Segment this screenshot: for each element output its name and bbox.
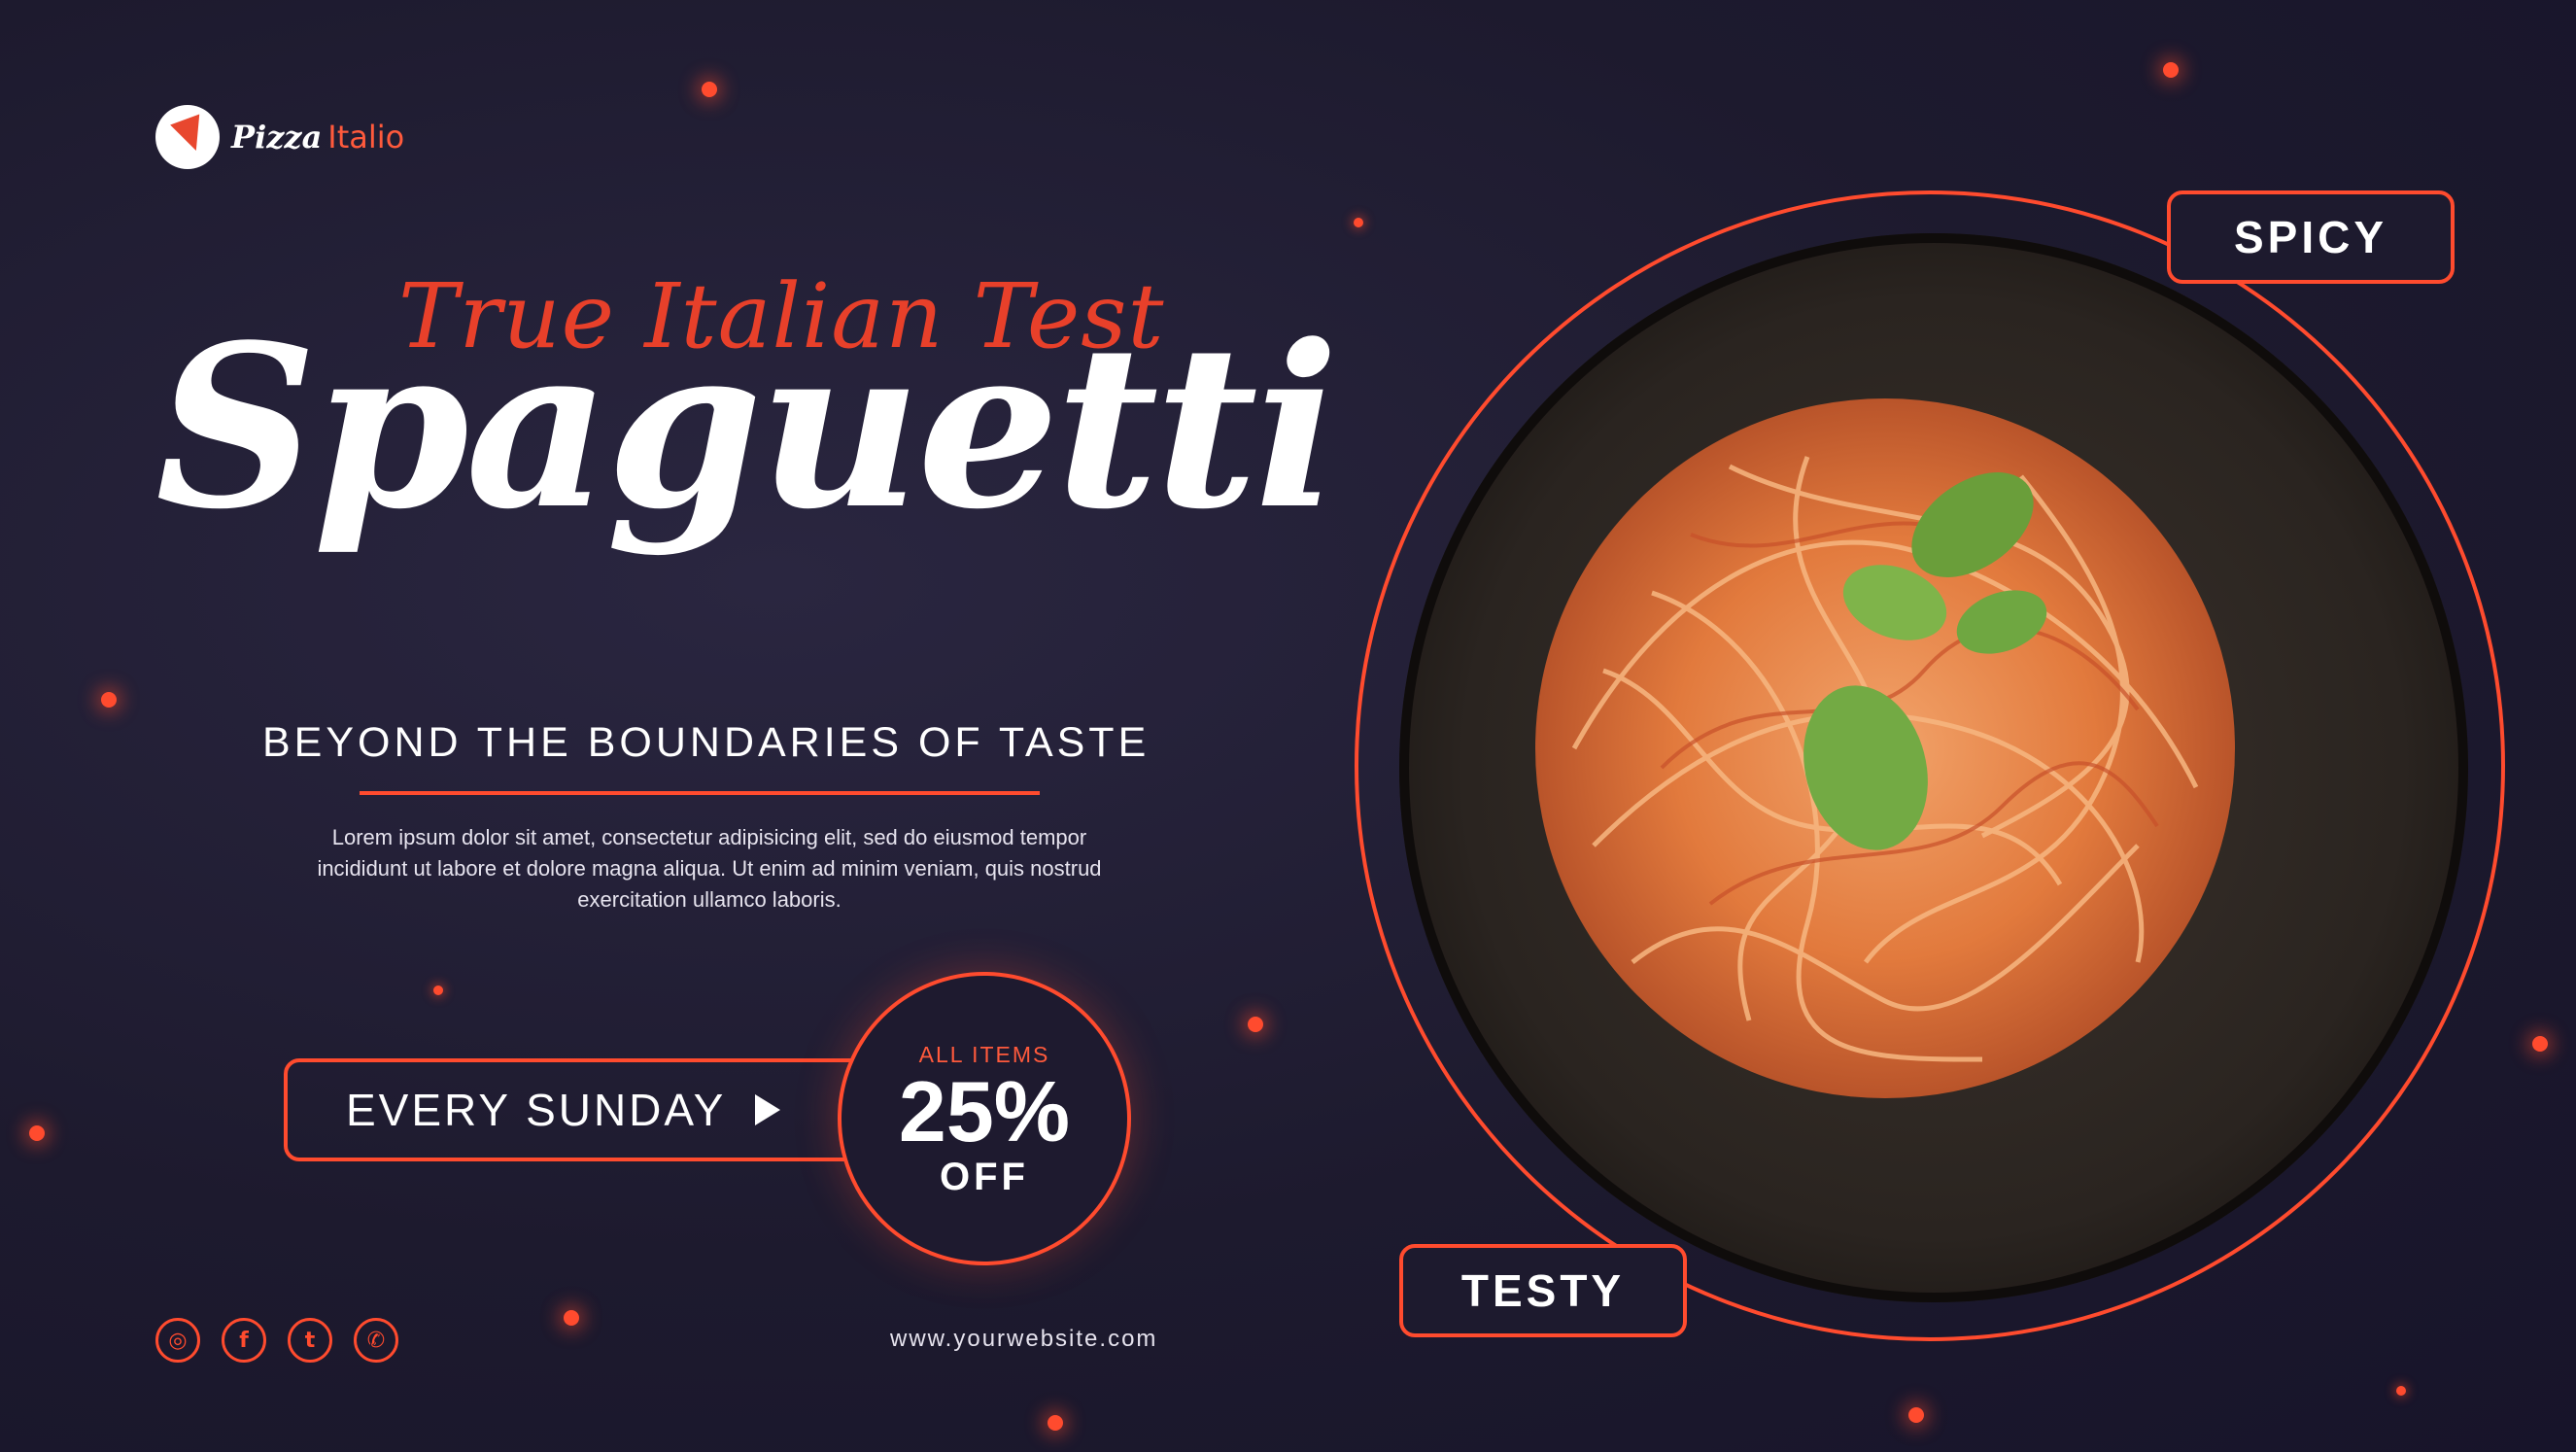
glow-dot (29, 1125, 45, 1141)
discount-value: 25% (898, 1063, 1071, 1159)
promo-banner: Pizza Italio True Italian Test Spaguetti … (0, 0, 2576, 1452)
brand-name: Pizza Italio (231, 119, 404, 156)
glow-dot (1908, 1407, 1924, 1423)
glow-dot (1248, 1017, 1263, 1032)
brand-name-part1: Pizza (231, 119, 323, 156)
glow-dot (1354, 218, 1363, 227)
discount-badge: ALL ITEMS 25% OFF (838, 972, 1131, 1265)
website-link[interactable]: www.yourwebsite.com (890, 1326, 1157, 1353)
badge-testy: TESTY (1399, 1244, 1687, 1337)
discount-bottom-label: OFF (940, 1156, 1029, 1198)
glow-dot (2396, 1386, 2406, 1396)
facebook-icon[interactable]: f (222, 1318, 266, 1363)
glow-dot (2532, 1036, 2548, 1052)
badge-spicy: SPICY (2167, 190, 2455, 284)
spaghetti-illustration (1535, 398, 2235, 1098)
twitter-icon[interactable]: t (288, 1318, 332, 1363)
divider (360, 791, 1040, 795)
every-sunday-button[interactable]: EVERY SUNDAY (284, 1058, 886, 1161)
social-links: ◎ f t ✆ (155, 1318, 398, 1363)
instagram-icon[interactable]: ◎ (155, 1318, 200, 1363)
whatsapp-icon[interactable]: ✆ (354, 1318, 398, 1363)
play-arrow-icon (755, 1094, 781, 1125)
main-title: Spaguetti (155, 296, 1339, 559)
glow-dot (564, 1310, 579, 1326)
every-sunday-label: EVERY SUNDAY (346, 1085, 727, 1135)
glow-dot (702, 82, 717, 97)
glow-dot (433, 985, 443, 995)
glow-dot (2163, 62, 2179, 78)
description: Lorem ipsum dolor sit amet, consectetur … (317, 825, 1102, 912)
glow-dot (1048, 1415, 1063, 1431)
brand-name-part2: Italio (327, 119, 405, 156)
glow-dot (101, 692, 117, 708)
brand-logo[interactable]: Pizza Italio (155, 105, 404, 169)
pizza-slice-icon (155, 105, 220, 169)
tagline: BEYOND THE BOUNDARIES OF TASTE (262, 719, 1151, 766)
